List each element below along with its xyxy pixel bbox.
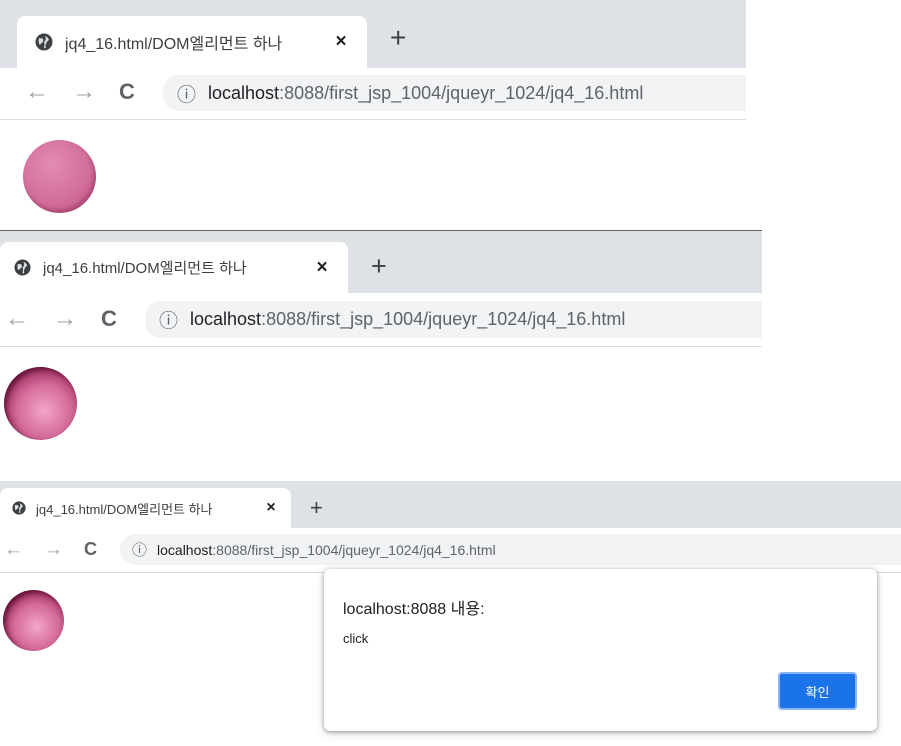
tab-strip: jq4_16.html/DOM엘리먼트 하나 × + <box>0 0 746 68</box>
browser-screenshot-1: jq4_16.html/DOM엘리먼트 하나 × + ← → C ⓘ local… <box>0 0 746 230</box>
globe-icon <box>12 501 26 515</box>
alert-dialog: localhost:8088 내용: click 확인 <box>324 569 877 731</box>
tab-close-icon[interactable]: × <box>329 31 353 53</box>
address-bar[interactable]: ⓘ localhost :8088/first_jsp_1004/jqueyr_… <box>120 534 901 565</box>
new-tab-icon[interactable]: + <box>390 24 406 52</box>
url-path: :8088/first_jsp_1004/jqueyr_1024/jq4_16.… <box>212 541 496 558</box>
browser-screenshot-2: jq4_16.html/DOM엘리먼트 하나 × + ← → C ⓘ local… <box>0 231 762 446</box>
globe-icon <box>14 259 31 276</box>
browser-toolbar: ← → C ⓘ localhost :8088/first_jsp_1004/j… <box>0 68 746 120</box>
back-arrow-icon[interactable]: ← <box>4 539 23 561</box>
tab-title: jq4_16.html/DOM엘리먼트 하나 <box>43 260 247 277</box>
forward-arrow-icon[interactable]: → <box>44 539 63 561</box>
browser-tab[interactable]: jq4_16.html/DOM엘리먼트 하나 × <box>0 488 291 528</box>
url-host: localhost <box>190 309 262 329</box>
pink-ball-button[interactable] <box>3 590 64 651</box>
pink-ball-button[interactable] <box>23 140 96 213</box>
tab-title: jq4_16.html/DOM엘리먼트 하나 <box>36 501 213 517</box>
tab-strip: jq4_16.html/DOM엘리먼트 하나 × + <box>0 231 762 293</box>
url-path: :8088/first_jsp_1004/jqueyr_1024/jq4_16.… <box>279 82 644 103</box>
reload-icon[interactable]: C <box>101 306 117 332</box>
reload-icon[interactable]: C <box>119 79 135 105</box>
new-tab-icon[interactable]: + <box>310 497 323 519</box>
alert-title: localhost:8088 내용: <box>343 601 485 618</box>
browser-tab[interactable]: jq4_16.html/DOM엘리먼트 하나 × <box>0 242 348 293</box>
tab-title: jq4_16.html/DOM엘리먼트 하나 <box>65 36 283 53</box>
browser-toolbar: ← → C ⓘ localhost :8088/first_jsp_1004/j… <box>0 528 901 573</box>
back-arrow-icon[interactable]: ← <box>5 305 29 333</box>
url-host: localhost <box>157 541 213 558</box>
url-host: localhost <box>208 82 280 103</box>
tab-strip: jq4_16.html/DOM엘리먼트 하나 × + <box>0 481 901 528</box>
info-icon[interactable]: ⓘ <box>132 539 147 560</box>
alert-message: click <box>343 631 369 646</box>
back-arrow-icon[interactable]: ← <box>25 78 49 106</box>
new-tab-icon[interactable]: + <box>371 253 387 280</box>
tab-close-icon[interactable]: × <box>310 257 334 279</box>
forward-arrow-icon[interactable]: → <box>53 305 77 333</box>
pink-ball-button[interactable] <box>4 367 77 440</box>
address-bar[interactable]: ⓘ localhost :8088/first_jsp_1004/jqueyr_… <box>163 75 746 111</box>
ok-button[interactable]: 확인 <box>778 672 857 710</box>
browser-toolbar: ← → C ⓘ localhost :8088/first_jsp_1004/j… <box>0 293 762 347</box>
browser-tab[interactable]: jq4_16.html/DOM엘리먼트 하나 × <box>17 16 367 68</box>
globe-icon <box>35 33 53 51</box>
url-path: :8088/first_jsp_1004/jqueyr_1024/jq4_16.… <box>261 309 626 329</box>
tab-close-icon[interactable]: × <box>261 499 281 517</box>
reload-icon[interactable]: C <box>84 539 97 560</box>
address-bar[interactable]: ⓘ localhost :8088/first_jsp_1004/jqueyr_… <box>145 301 762 338</box>
info-icon[interactable]: ⓘ <box>159 306 178 333</box>
forward-arrow-icon[interactable]: → <box>72 78 96 106</box>
info-icon[interactable]: ⓘ <box>177 80 196 107</box>
